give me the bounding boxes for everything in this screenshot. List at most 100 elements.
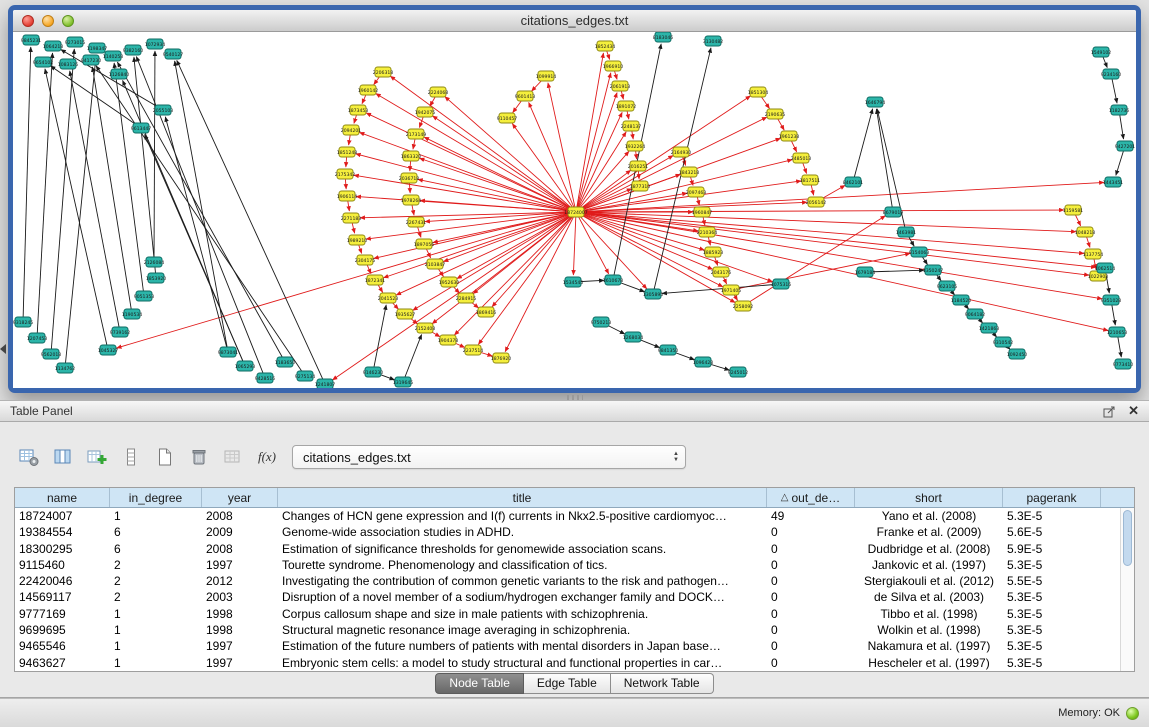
graph-node[interactable]: 2173149 (406, 129, 427, 139)
table-mode-icon[interactable] (16, 444, 42, 470)
graph-node[interactable]: 1869416 (476, 307, 497, 317)
graph-edge[interactable] (177, 60, 325, 384)
graph-node[interactable]: 1885923 (703, 247, 724, 257)
graph-node[interactable]: 9382160 (123, 45, 144, 55)
graph-edge[interactable] (117, 212, 576, 348)
graph-node[interactable]: 3130482 (703, 36, 724, 46)
graph-node[interactable]: 9841350 (658, 345, 679, 355)
graph-node[interactable]: 2485013 (791, 153, 812, 163)
graph-node[interactable]: 9601413 (515, 91, 536, 101)
table-row[interactable]: 1872400712008Changes of HCN gene express… (15, 508, 1120, 524)
tab-edge-table[interactable]: Edge Table (524, 673, 611, 694)
graph-node[interactable]: 9154063 (909, 247, 930, 257)
graph-node[interactable]: 9110457 (497, 113, 518, 123)
graph-node[interactable]: 18724007 (564, 207, 587, 217)
graph-edge[interactable] (117, 62, 285, 362)
graph-node[interactable]: 9234160 (1101, 69, 1122, 79)
graph-edge[interactable] (576, 210, 1064, 212)
graph-node[interactable]: 2206318 (373, 67, 394, 77)
graph-node[interactable]: 2190635 (765, 109, 786, 119)
graph-node[interactable]: 1904378 (438, 335, 459, 345)
column-header-title[interactable]: title (278, 488, 767, 507)
graph-node[interactable]: 2284915 (456, 293, 477, 303)
graph-node[interactable]: 1989210 (347, 235, 368, 245)
graph-node[interactable]: 9427201 (1115, 141, 1136, 151)
memory-status-indicator[interactable] (1126, 707, 1139, 720)
column-header-in_degree[interactable]: in_degree (110, 488, 202, 507)
graph-node[interactable]: 9654102 (33, 57, 54, 67)
graph-edge[interactable] (37, 53, 53, 338)
table-row[interactable]: 969969511998Structural magnetic resonanc… (15, 622, 1120, 638)
panel-collapse-arrow-icon[interactable] (0, 344, 6, 354)
graph-edge[interactable] (114, 63, 144, 296)
network-graph[interactable]: 1872400722063181960142187345320942011851… (13, 32, 1136, 388)
graph-node[interactable]: 2267431 (406, 217, 427, 227)
graph-node[interactable]: 2152408 (415, 323, 436, 333)
graph-node[interactable]: 9562018 (41, 349, 62, 359)
graph-node[interactable]: 1971405 (721, 285, 742, 295)
graph-edge[interactable] (390, 76, 576, 212)
graph-node[interactable]: 9273015 (65, 37, 86, 47)
graph-node[interactable]: 1183650 (275, 357, 296, 367)
close-panel-icon[interactable]: ✕ (1128, 403, 1139, 419)
graph-node[interactable]: 1843218 (679, 167, 700, 177)
column-header-out_degree[interactable]: △out_de… (767, 488, 855, 507)
graph-node[interactable]: 2036718 (399, 173, 420, 183)
column-header-pagerank[interactable]: pagerank (1003, 488, 1101, 507)
graph-node[interactable]: 1064218 (43, 41, 64, 51)
graph-node[interactable]: 2061913 (610, 81, 631, 91)
graph-node[interactable]: 1045327 (98, 345, 119, 355)
graph-node[interactable]: 1210653 (1107, 327, 1128, 337)
graph-node[interactable]: 1159581 (1063, 205, 1084, 215)
graph-node[interactable]: 2164930 (671, 147, 692, 157)
column-header-short[interactable]: short (855, 488, 1003, 507)
graph-edge[interactable] (576, 117, 767, 212)
graph-node[interactable]: 1852434 (595, 41, 616, 51)
graph-node[interactable]: 9351028 (1101, 295, 1122, 305)
network-canvas[interactable]: 1872400722063181960142187345320942011851… (13, 32, 1136, 388)
graph-edge[interactable] (457, 212, 576, 279)
graph-node[interactable]: 1305895 (643, 289, 664, 299)
new-document-icon[interactable] (152, 444, 178, 470)
graph-node[interactable]: 9739162 (110, 327, 131, 337)
graph-edge[interactable] (354, 175, 576, 212)
graph-edge[interactable] (573, 212, 576, 275)
graph-node[interactable]: 2126084 (144, 257, 165, 267)
graph-edge[interactable] (420, 158, 576, 212)
graph-edge[interactable] (92, 67, 132, 314)
graph-node[interactable]: 9146230 (363, 367, 384, 377)
graph-node[interactable]: 1932264 (625, 141, 646, 151)
graph-node[interactable]: 1072934 (145, 39, 166, 49)
graph-node[interactable]: 2271183 (341, 213, 362, 223)
graph-node[interactable]: 1942075 (415, 107, 436, 117)
graph-node[interactable]: 1960847 (692, 207, 713, 217)
graph-node[interactable]: 1851248 (337, 147, 358, 157)
graph-node[interactable]: 9613447 (131, 123, 152, 133)
graph-node[interactable]: 1065293 (235, 361, 256, 371)
graph-node[interactable]: 1198347 (87, 43, 108, 53)
table-row[interactable]: 1830029562008Estimation of significance … (15, 541, 1120, 557)
graph-node[interactable]: 1872341 (365, 275, 386, 285)
graph-node[interactable]: 1891072 (616, 101, 637, 111)
graph-node[interactable]: 1207453 (27, 333, 48, 343)
tab-network-table[interactable]: Network Table (611, 673, 714, 694)
graph-node[interactable]: 1534545 (563, 277, 584, 287)
graph-edge[interactable] (366, 113, 576, 212)
graph-node[interactable]: 2210364 (697, 227, 718, 237)
graph-node[interactable]: 9417230 (81, 55, 102, 65)
scrollbar-thumb[interactable] (1123, 510, 1132, 566)
graph-node[interactable]: 1952630 (439, 277, 460, 287)
graph-node[interactable]: 1268034 (623, 332, 644, 342)
graph-node[interactable]: 1817511 (800, 175, 821, 185)
graph-node[interactable]: 8183046 (653, 32, 674, 42)
table-row[interactable]: 946362711997Embryonic stem cells: a mode… (15, 655, 1120, 671)
rows-icon[interactable] (118, 444, 144, 470)
graph-node[interactable]: 1935627 (395, 309, 416, 319)
graph-node[interactable]: 1421863 (979, 323, 1000, 333)
graph-node[interactable]: 2043176 (711, 267, 732, 277)
graph-node[interactable]: 1646794 (865, 97, 886, 107)
table-row[interactable]: 1938455462009Genome-wide association stu… (15, 524, 1120, 540)
graph-node[interactable]: 2248137 (621, 121, 642, 131)
tab-node-table[interactable]: Node Table (435, 673, 524, 694)
table-row[interactable]: 946554611997Estimation of the future num… (15, 638, 1120, 654)
